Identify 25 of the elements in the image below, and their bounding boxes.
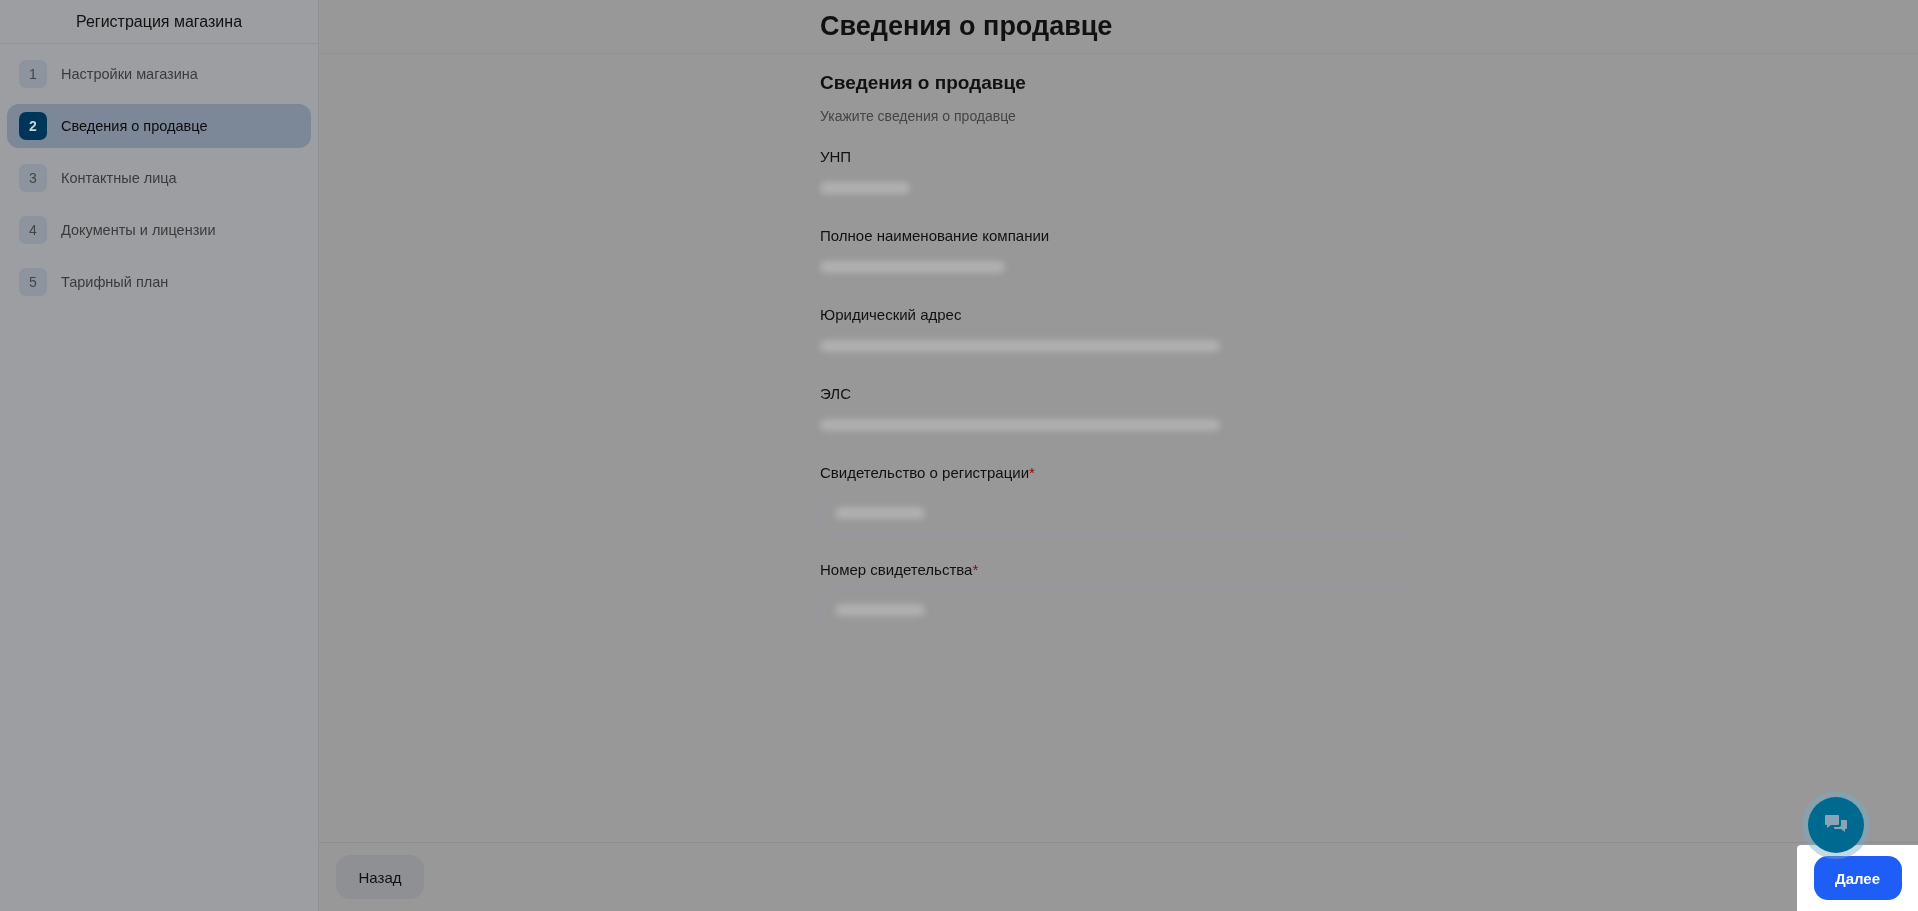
field-label: Юридический адрес xyxy=(820,306,963,323)
step-item[interactable]: 4 Документы и лицензии xyxy=(7,208,311,252)
input-field[interactable] xyxy=(820,586,1420,634)
step-item[interactable]: 3 Контактные лица xyxy=(7,156,311,200)
step-number: 1 xyxy=(19,60,47,88)
step-item[interactable]: 1 Настройки магазина xyxy=(7,52,311,96)
field-label: Полное наименование компании xyxy=(820,227,1051,244)
page-title: Сведения о продавце xyxy=(820,11,1113,42)
form-subtitle: Укажите сведения о продавце xyxy=(820,108,1017,124)
next-button[interactable]: Далее xyxy=(1813,856,1902,900)
chat-button[interactable] xyxy=(1808,797,1864,853)
step-number: 2 xyxy=(19,112,47,140)
sidebar-title: Регистрация магазина xyxy=(0,0,318,44)
step-number: 4 xyxy=(19,216,47,244)
step-item[interactable]: 2 Сведения о продавце xyxy=(7,104,311,148)
step-item[interactable]: 5 Тарифный план xyxy=(7,260,311,304)
field-label: УНП xyxy=(820,148,853,165)
field-label: Номер свидетельства* xyxy=(820,561,980,578)
field-label: Свидетельство о регистрации* xyxy=(820,464,1036,481)
input-field[interactable] xyxy=(820,489,1420,537)
field-label: ЭЛС xyxy=(820,385,852,402)
form-heading: Сведения о продавце xyxy=(820,72,1027,94)
back-button[interactable]: Назад xyxy=(336,855,424,899)
step-number: 3 xyxy=(19,164,47,192)
step-number: 5 xyxy=(19,268,47,296)
